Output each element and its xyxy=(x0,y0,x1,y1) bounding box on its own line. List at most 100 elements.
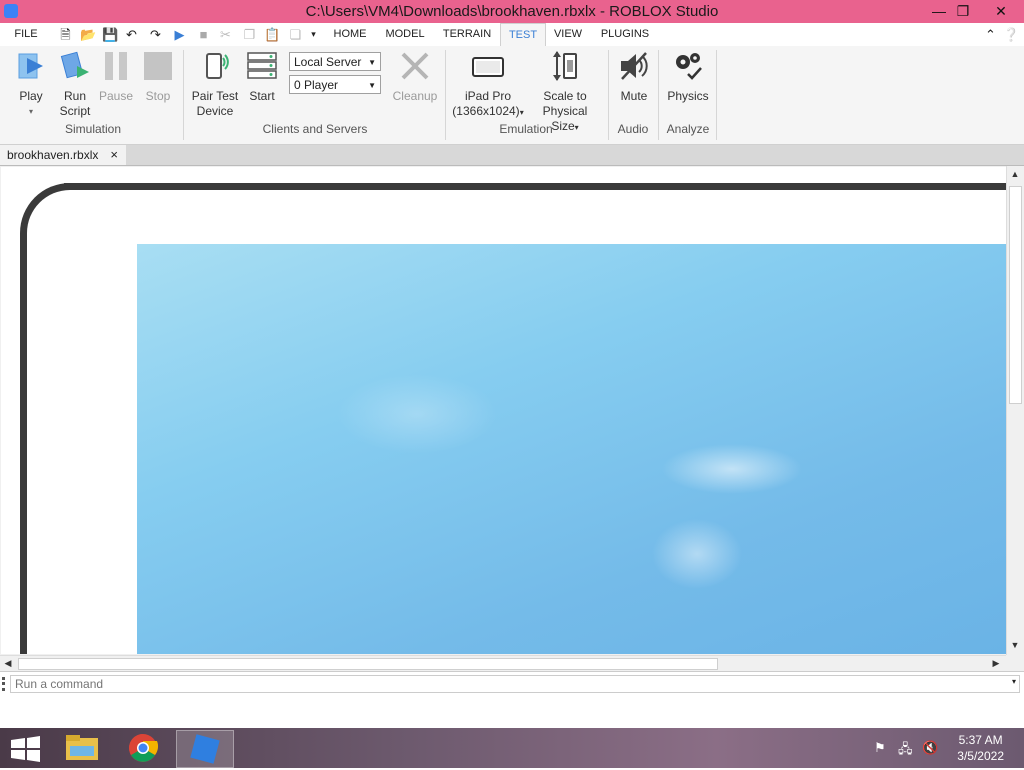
play-dropdown-arrow[interactable]: ▾ xyxy=(10,104,52,119)
start-button[interactable] xyxy=(0,730,56,766)
open-folder-icon[interactable]: 📂 xyxy=(80,27,96,42)
taskbar-clock[interactable]: 5:37 AM 3/5/2022 xyxy=(957,732,1004,764)
physics-button[interactable]: Physics xyxy=(664,50,712,104)
device-label-2: (1366x1024) xyxy=(452,104,520,118)
run-script-icon xyxy=(60,51,89,79)
save-icon[interactable]: 💾 xyxy=(102,27,118,42)
pair-device-icon xyxy=(206,53,229,79)
mute-button[interactable]: Mute xyxy=(613,50,655,104)
scroll-up-icon[interactable]: ▲ xyxy=(1007,169,1023,179)
tab-plugins[interactable]: PLUGINS xyxy=(596,23,654,46)
paste-icon[interactable]: 📋 xyxy=(264,27,280,42)
horizontal-scrollbar[interactable]: ◀ ▶ xyxy=(0,655,1006,672)
clock-time: 5:37 AM xyxy=(958,733,1003,747)
start-button[interactable]: Start xyxy=(244,50,280,104)
document-tab-strip: brookhaven.rbxlx × xyxy=(0,145,1024,165)
scroll-down-icon[interactable]: ▼ xyxy=(1007,640,1023,650)
game-viewport[interactable]: ▲ ▼ ◀ ▶ xyxy=(0,165,1024,672)
scroll-left-icon[interactable]: ◀ xyxy=(0,658,16,669)
menu-bar: FILE 🗎 📂 💾 ↶ ↷ ▶ ■ ✂ ❐ 📋 ❏ ▾ HOME MODEL … xyxy=(0,23,1024,47)
command-history-dropdown-icon[interactable]: ▾ xyxy=(1012,677,1016,686)
chrome-icon xyxy=(129,734,159,762)
tablet-icon xyxy=(472,57,504,77)
run-label-1: Run xyxy=(63,89,86,103)
roblox-studio-taskbar-button[interactable] xyxy=(176,730,234,768)
speaker-muted-icon xyxy=(621,52,648,80)
command-input[interactable] xyxy=(10,675,1020,693)
flag-icon[interactable]: ⚑ xyxy=(874,740,886,756)
play-label: Play xyxy=(19,89,43,103)
group-label-simulation: Simulation xyxy=(64,122,122,136)
tab-home[interactable]: HOME xyxy=(328,23,372,46)
pair-test-device-button[interactable]: Pair Test Device xyxy=(190,50,240,119)
menu-file[interactable]: FILE xyxy=(6,23,46,46)
device-label-1: iPad Pro xyxy=(464,89,512,103)
play-icon xyxy=(18,53,43,79)
ribbon-separator xyxy=(445,50,446,140)
pause-icon xyxy=(105,52,127,80)
file-explorer-taskbar-button[interactable] xyxy=(54,730,110,766)
help-icon[interactable]: ❔ xyxy=(1003,27,1019,42)
customize-toolbar-icon[interactable]: ▾ xyxy=(306,27,321,42)
ribbon-separator xyxy=(716,50,717,140)
redo-icon[interactable]: ↷ xyxy=(148,27,163,42)
player-count-dropdown[interactable]: 0 Player ▼ xyxy=(289,75,381,94)
pause-button[interactable]: Pause xyxy=(98,50,134,104)
stop-small-icon[interactable]: ■ xyxy=(196,27,211,42)
group-label-analyze: Analyze xyxy=(666,122,710,136)
windows-logo-icon xyxy=(11,736,40,762)
duplicate-icon[interactable]: ❏ xyxy=(288,27,303,42)
tab-brookhaven-document[interactable]: brookhaven.rbxlx × xyxy=(0,145,126,165)
device-emulation-button[interactable]: iPad Pro (1366x1024)▾ xyxy=(452,50,524,120)
tab-view[interactable]: VIEW xyxy=(548,23,588,46)
restore-button[interactable]: ❐ xyxy=(948,0,978,22)
group-label-audio: Audio xyxy=(617,122,649,136)
clock-date: 3/5/2022 xyxy=(957,749,1004,763)
physics-label: Physics xyxy=(667,89,709,103)
vertical-scrollbar[interactable]: ▲ ▼ xyxy=(1006,166,1024,655)
viewport-canvas[interactable] xyxy=(1,167,1006,654)
horizontal-scroll-thumb[interactable] xyxy=(18,658,718,670)
file-explorer-icon xyxy=(66,735,98,760)
new-file-icon[interactable]: 🗎 xyxy=(58,27,73,42)
close-icon[interactable]: × xyxy=(110,145,118,165)
ribbon-separator xyxy=(608,50,609,140)
chevron-down-icon: ▼ xyxy=(368,81,376,90)
volume-muted-icon[interactable]: 🔇 xyxy=(922,740,938,756)
server-type-value: Local Server xyxy=(294,55,362,69)
run-script-button[interactable]: Run Script xyxy=(56,50,94,119)
mute-label: Mute xyxy=(620,89,648,103)
window-title: C:\Users\VM4\Downloads\brookhaven.rbxlx … xyxy=(305,3,719,20)
grip-handle[interactable] xyxy=(2,677,8,691)
sky-image xyxy=(137,244,1006,654)
play-here-icon[interactable]: ▶ xyxy=(172,27,187,42)
chrome-taskbar-button[interactable] xyxy=(115,730,171,766)
cut-icon[interactable]: ✂ xyxy=(218,27,233,42)
cleanup-button[interactable]: Cleanup xyxy=(392,50,438,104)
command-bar: ▾ xyxy=(0,671,1024,696)
cleanup-x-icon xyxy=(401,52,429,80)
collapse-ribbon-icon[interactable]: ⌃ xyxy=(983,27,998,42)
server-type-dropdown[interactable]: Local Server ▼ xyxy=(289,52,381,71)
copy-icon[interactable]: ❐ xyxy=(242,27,257,42)
tab-terrain[interactable]: TERRAIN xyxy=(438,23,496,46)
windows-taskbar: ⚑ 🖧 🔇 5:37 AM 3/5/2022 xyxy=(0,728,1024,768)
undo-icon[interactable]: ↶ xyxy=(124,27,139,42)
network-icon[interactable]: 🖧 xyxy=(898,740,913,762)
run-label-2: Script xyxy=(59,104,91,118)
tab-model[interactable]: MODEL xyxy=(380,23,430,46)
start-label: Start xyxy=(249,89,275,103)
scale-icon xyxy=(553,51,577,81)
document-tab-label: brookhaven.rbxlx xyxy=(7,148,99,162)
tab-test[interactable]: TEST xyxy=(500,23,546,47)
scroll-right-icon[interactable]: ▶ xyxy=(988,658,1004,669)
play-button[interactable]: Play ▾ xyxy=(10,50,52,119)
player-count-value: 0 Player xyxy=(294,78,339,92)
close-button[interactable]: ✕ xyxy=(986,0,1016,22)
ui-frame-border xyxy=(20,237,27,654)
vertical-scroll-thumb[interactable] xyxy=(1009,186,1022,404)
stop-label: Stop xyxy=(145,89,171,103)
stop-button[interactable]: Stop xyxy=(140,50,176,104)
device-dropdown-arrow[interactable]: ▾ xyxy=(520,108,524,117)
title-bar: C:\Users\VM4\Downloads\brookhaven.rbxlx … xyxy=(0,0,1024,23)
